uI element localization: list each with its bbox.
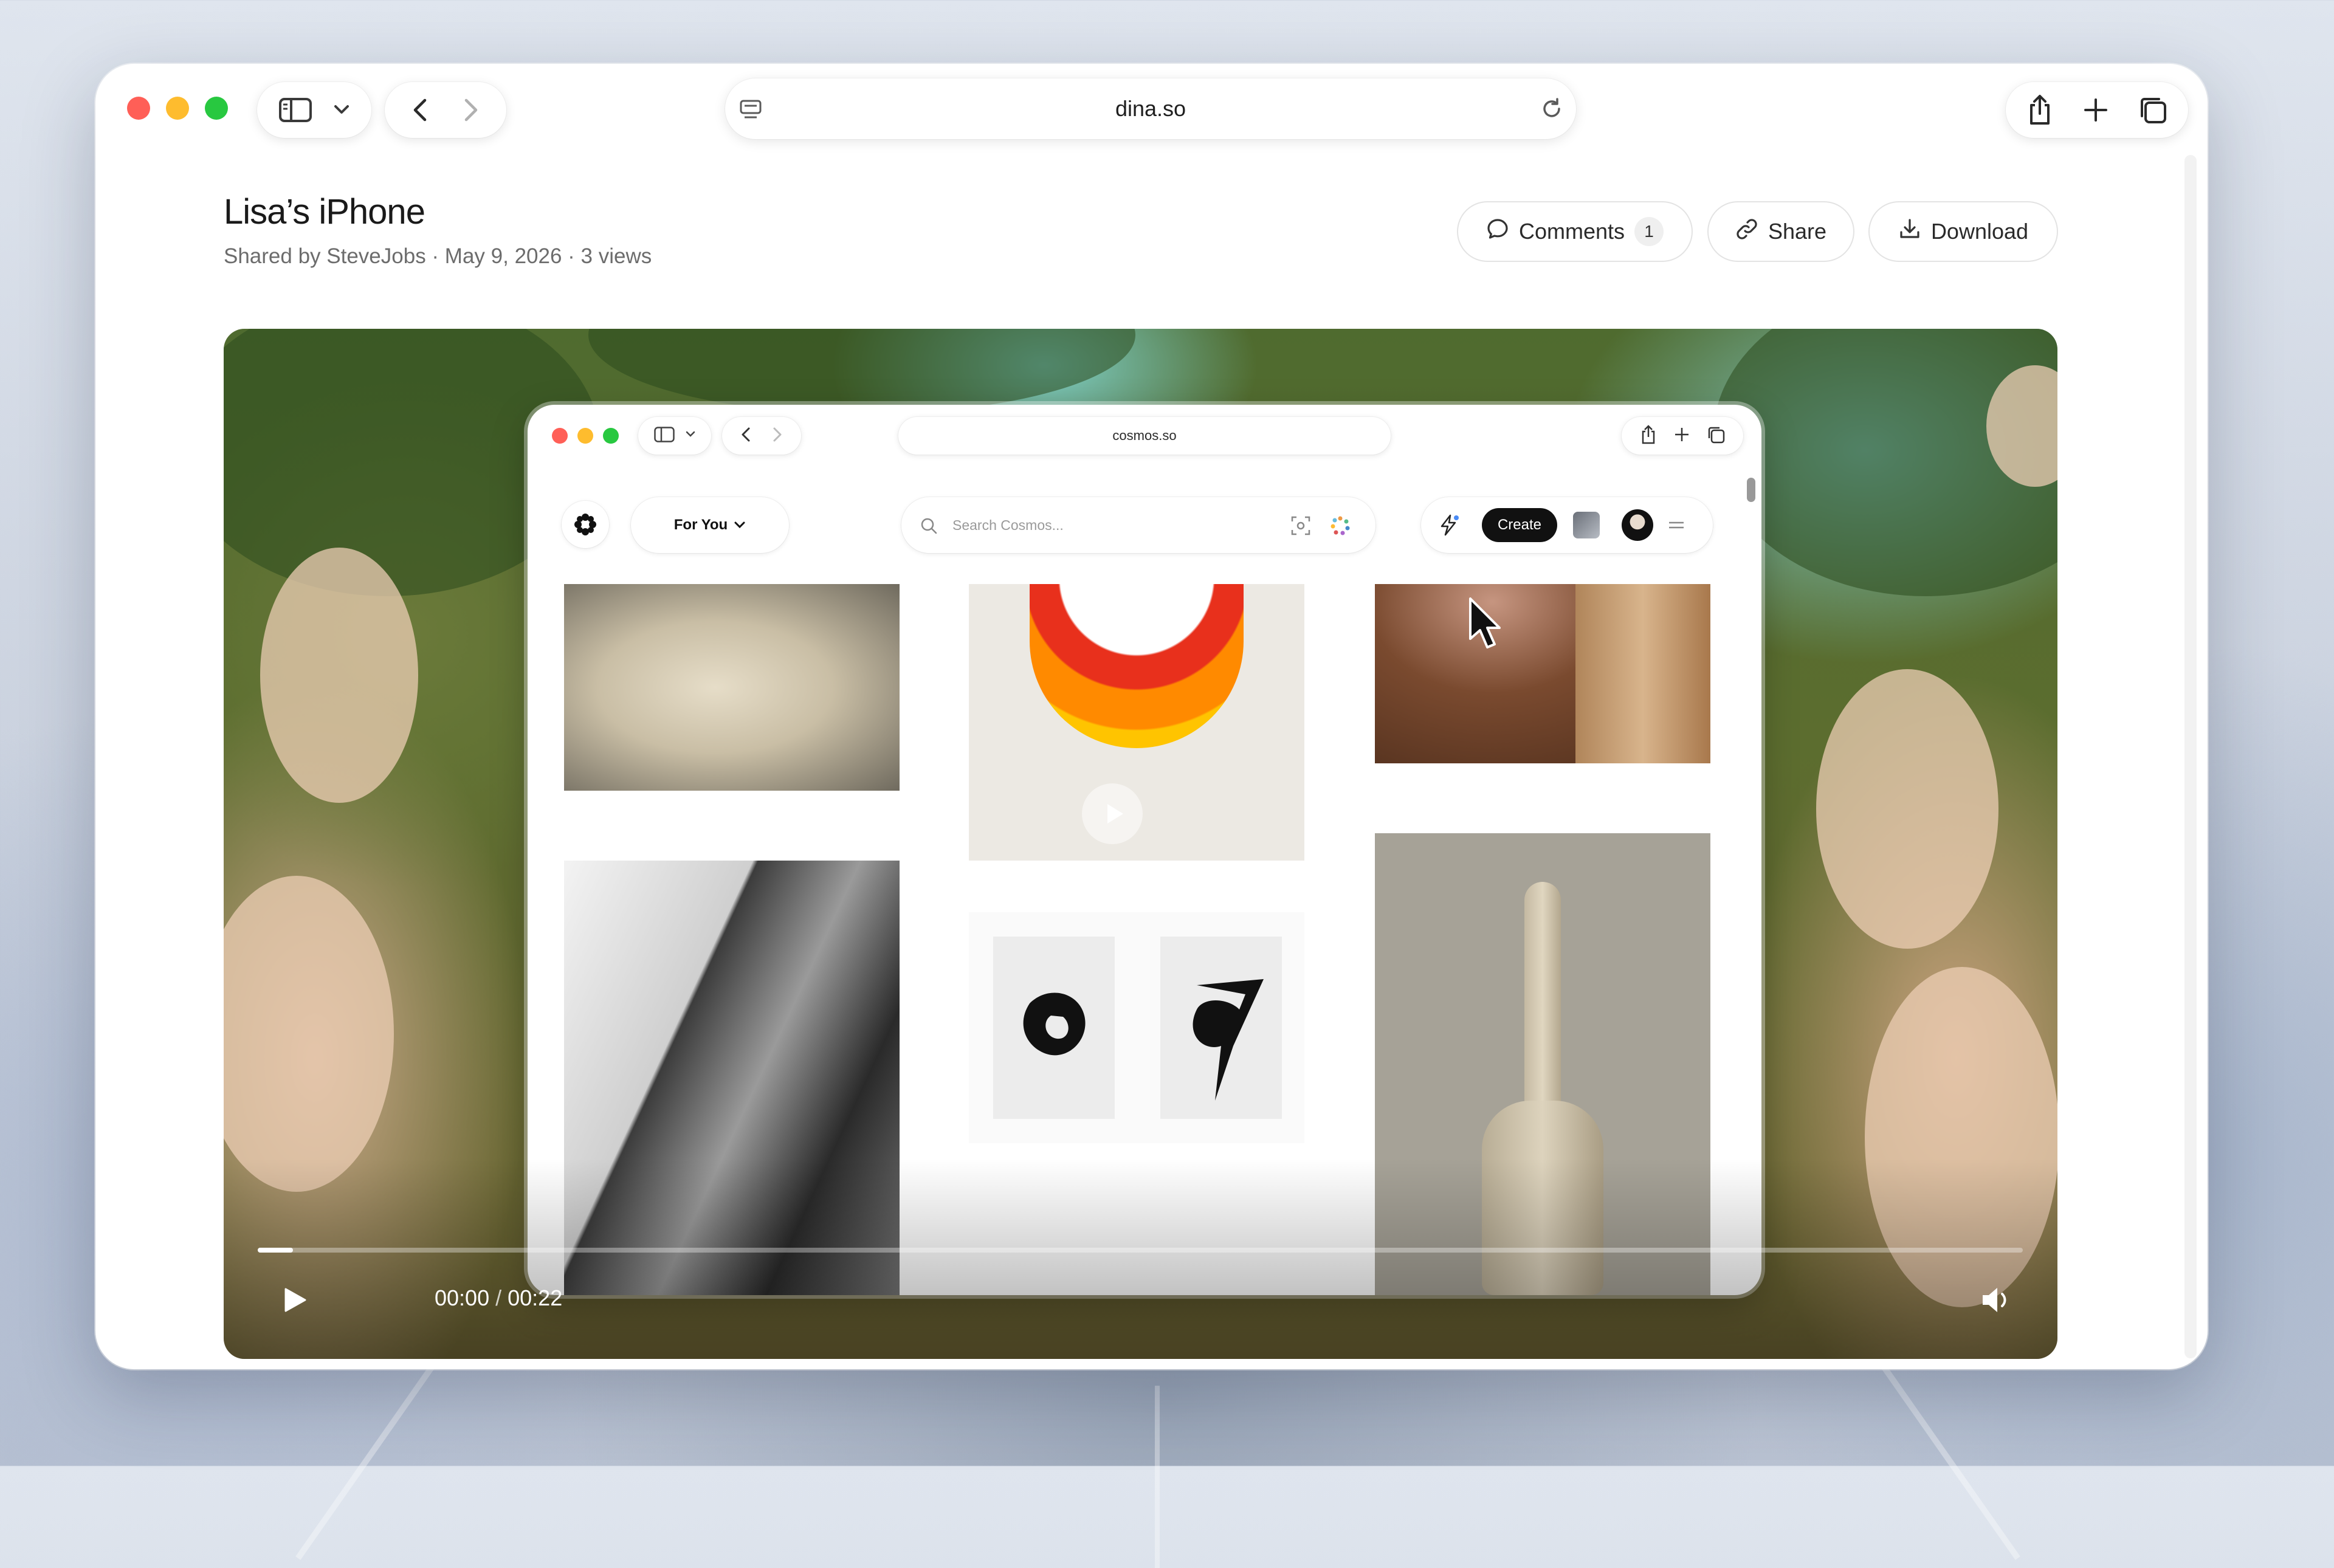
vase-neck: [1524, 882, 1561, 1125]
comments-count-badge: 1: [1634, 217, 1664, 246]
glyph-card-left: [993, 937, 1115, 1119]
cosmos-search-bar: Search Cosmos...: [901, 497, 1375, 553]
current-time: 00:00: [435, 1285, 490, 1310]
chevron-down-icon: [686, 430, 695, 441]
sidebar-toggle-group: [257, 82, 371, 138]
download-button[interactable]: Download: [1868, 201, 2058, 262]
sun-graphic: [1030, 584, 1244, 748]
link-icon: [1735, 218, 1758, 246]
blossom-cluster: [260, 548, 418, 803]
plus-icon[interactable]: [2084, 98, 2108, 122]
cosmos-search-placeholder: Search Cosmos...: [952, 517, 1064, 533]
page-scrollbar[interactable]: [2184, 155, 2197, 1358]
recorded-address-bar: cosmos.so: [898, 417, 1391, 455]
foliage: [588, 329, 1135, 414]
feed-image-knit-sweater: [564, 584, 900, 791]
video-progress-bar[interactable]: [258, 1248, 2023, 1253]
page-title: Lisa’s iPhone: [224, 192, 425, 232]
close-window-button[interactable]: [127, 97, 150, 120]
recorded-scrollbar: [1747, 478, 1755, 502]
download-icon: [1898, 218, 1921, 246]
download-label: Download: [1930, 219, 2029, 244]
chevron-right-icon: [773, 427, 782, 445]
menu-icon: [1667, 519, 1685, 534]
for-you-dropdown: For You: [631, 497, 789, 553]
comment-icon: [1486, 218, 1509, 246]
reload-icon[interactable]: [1540, 97, 1564, 124]
browser-window: dina.so Lisa’s iPhone Shared by SteveJob…: [95, 64, 2208, 1369]
comments-button[interactable]: Comments 1: [1457, 201, 1693, 262]
share-icon[interactable]: [2026, 94, 2053, 126]
recorded-close-dot: [552, 428, 568, 444]
blossom-cluster: [1816, 669, 1998, 949]
video-progress-fill: [258, 1248, 294, 1253]
feed-image-portrait: [1375, 584, 1710, 763]
chevron-down-icon[interactable]: [334, 105, 349, 115]
url-text: dina.so: [1115, 96, 1186, 121]
recorded-sidebar-group: [638, 417, 711, 455]
play-icon[interactable]: [280, 1285, 309, 1318]
window-actions-group: [2006, 82, 2188, 138]
play-overlay-icon: [1082, 783, 1143, 844]
feed-image-sun-poster: [969, 584, 1304, 861]
navigation-group: [385, 82, 506, 138]
chevron-right-icon[interactable]: [464, 98, 478, 122]
recorded-window-actions: [1622, 417, 1743, 455]
zoom-window-button[interactable]: [205, 97, 228, 120]
hair-highlight: [1575, 584, 1710, 763]
background-streak: [1155, 1386, 1160, 1568]
chevron-down-icon: [734, 517, 746, 534]
sidebar-icon: [654, 426, 675, 445]
volume-icon[interactable]: [1980, 1284, 2013, 1319]
video-player[interactable]: cosmos.so For You Search Cosmos... Creat…: [224, 329, 2057, 1359]
color-search-icon: [1330, 515, 1351, 539]
for-you-label: For You: [673, 517, 728, 533]
video-timecode: 00:00 / 00:22: [435, 1285, 562, 1311]
chevron-left-icon: [741, 427, 751, 445]
feed-image-glyphs: [969, 912, 1304, 1143]
background-streak: [295, 1357, 440, 1560]
recorded-zoom-dot: [603, 428, 619, 444]
cosmos-user-actions: [1421, 497, 1713, 553]
search-icon: [920, 517, 938, 538]
share-button[interactable]: Share: [1707, 201, 1854, 262]
avatar: [1622, 509, 1653, 541]
blossom-cluster: [224, 876, 394, 1192]
share-meta: Shared by SteveJobs · May 9, 2026 · 3 vi…: [224, 244, 652, 268]
duration: 00:22: [508, 1285, 563, 1310]
recorded-nav-group: [722, 417, 801, 455]
share-label: Share: [1768, 219, 1827, 244]
time-separator: /: [495, 1285, 502, 1310]
comments-label: Comments: [1518, 219, 1625, 244]
thumbnail-icon: [1573, 512, 1600, 538]
cosmos-logo: [562, 501, 609, 548]
controls-scrim: [224, 1158, 2057, 1359]
background-streak: [1876, 1357, 2020, 1560]
recorded-minimize-dot: [577, 428, 593, 444]
tabs-icon[interactable]: [2138, 95, 2167, 125]
cosmos-create-button: Create: [1482, 508, 1557, 542]
glyph-card-right: [1160, 937, 1282, 1119]
plus-icon: [1674, 427, 1690, 445]
sidebar-icon[interactable]: [279, 98, 312, 122]
lightning-icon: [1437, 513, 1461, 540]
visual-search-icon: [1290, 515, 1311, 539]
recorded-url-text: cosmos.so: [1112, 428, 1177, 443]
share-icon: [1640, 424, 1657, 447]
address-bar[interactable]: dina.so: [725, 78, 1576, 139]
tabs-icon: [1707, 425, 1725, 447]
mouse-cursor: [1467, 596, 1503, 654]
minimize-window-button[interactable]: [166, 97, 189, 120]
chevron-left-icon[interactable]: [413, 98, 427, 122]
